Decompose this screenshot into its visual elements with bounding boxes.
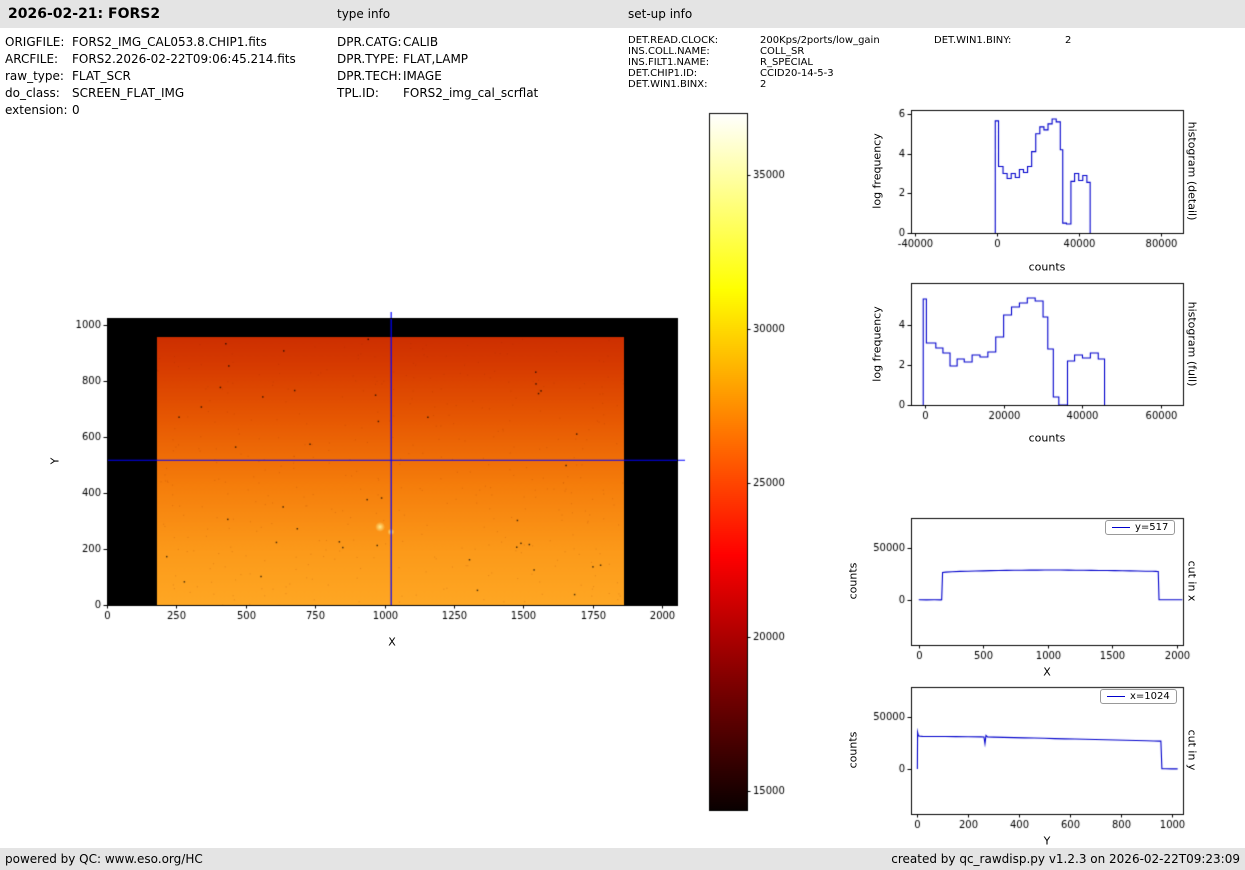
main-image-plot [107, 318, 677, 605]
info-value: 200Kps/2ports/low_gain [760, 35, 880, 46]
info-label: DET.READ.CLOCK: [628, 35, 760, 46]
hist-full-xaxis-label: counts [1029, 432, 1066, 445]
main-xaxis-label: X [388, 636, 396, 649]
hist-full-yaxis-label: log frequency [871, 306, 884, 381]
cut-x-xaxis-label: X [1043, 666, 1051, 679]
info-value: COLL_SR [760, 46, 804, 57]
info-value: 2 [760, 79, 766, 90]
info-value: 0 [72, 103, 80, 117]
info-label: DPR.CATG: [337, 35, 403, 49]
setup-row-filtname: INS.FILT1.NAME:R_SPECIAL [628, 57, 813, 68]
qc-report: 2026-02-21: FORS2 type info set-up info … [0, 0, 1245, 870]
legend-line-sample [1107, 696, 1125, 697]
legend-line-sample [1112, 527, 1130, 528]
info-label: extension: [5, 103, 72, 117]
info-label: DET.WIN1.BINX: [628, 79, 760, 90]
info-label: ORIGFILE: [5, 35, 72, 49]
info-value: FLAT,LAMP [403, 52, 468, 66]
colorbar [709, 113, 747, 810]
info-value: FORS2_img_cal_scrflat [403, 86, 538, 100]
info-value: 2 [1065, 35, 1071, 46]
cut-y-yaxis-label: counts [847, 732, 860, 769]
setup-row-collname: INS.COLL.NAME:COLL_SR [628, 46, 804, 57]
footer-left-text: powered by QC: www.eso.org/HC [5, 852, 203, 866]
info-value: CCID20-14-5-3 [760, 68, 834, 79]
footer-bar: powered by QC: www.eso.org/HC created by… [0, 848, 1245, 870]
histogram-detail-plot [911, 110, 1183, 233]
info-value: CALIB [403, 35, 438, 49]
type-row-dprcatg: DPR.CATG:CALIB [337, 35, 438, 49]
info-label: DET.WIN1.BINY: [934, 35, 1065, 46]
cut-x-legend: y=517 [1105, 520, 1175, 535]
cut-y-legend: x=1024 [1100, 689, 1177, 704]
info-value: R_SPECIAL [760, 57, 813, 68]
hist-full-side-label: histogram (full) [1186, 302, 1199, 387]
type-row-dprtype: DPR.TYPE:FLAT,LAMP [337, 52, 468, 66]
setup-row-binx: DET.WIN1.BINX:2 [628, 79, 766, 90]
info-value: IMAGE [403, 69, 442, 83]
legend-label: x=1024 [1130, 691, 1170, 702]
setup-row-chipid: DET.CHIP1.ID:CCID20-14-5-3 [628, 68, 834, 79]
info-label: DPR.TECH: [337, 69, 403, 83]
type-row-tplid: TPL.ID:FORS2_img_cal_scrflat [337, 86, 538, 100]
info-label: do_class: [5, 86, 72, 100]
cut-x-side-label: cut in x [1186, 561, 1199, 602]
info-value: FLAT_SCR [72, 69, 131, 83]
hist-detail-yaxis-label: log frequency [871, 133, 884, 208]
info-label: ARCFILE: [5, 52, 72, 66]
cut-in-x-plot [911, 518, 1183, 645]
info-label: INS.COLL.NAME: [628, 46, 760, 57]
setup-row-biny: DET.WIN1.BINY:2 [934, 35, 1071, 46]
info-label: TPL.ID: [337, 86, 403, 100]
info-row-doclass: do_class:SCREEN_FLAT_IMG [5, 86, 184, 100]
type-info-heading: type info [337, 7, 390, 21]
setup-row-readclock: DET.READ.CLOCK:200Kps/2ports/low_gain [628, 35, 880, 46]
legend-label: y=517 [1135, 522, 1168, 533]
cut-x-yaxis-label: counts [847, 563, 860, 600]
info-value: SCREEN_FLAT_IMG [72, 86, 184, 100]
setup-info-heading: set-up info [628, 7, 692, 21]
info-value: FORS2.2026-02-22T09:06:45.214.fits [72, 52, 296, 66]
info-label: INS.FILT1.NAME: [628, 57, 760, 68]
info-label: raw_type: [5, 69, 72, 83]
report-title: 2026-02-21: FORS2 [8, 6, 160, 22]
footer-right-text: created by qc_rawdisp.py v1.2.3 on 2026-… [891, 852, 1240, 866]
cut-y-xaxis-label: Y [1044, 835, 1051, 848]
cut-y-side-label: cut in y [1186, 730, 1199, 771]
hist-detail-side-label: histogram (detail) [1186, 122, 1199, 221]
main-yaxis-label: Y [49, 458, 62, 465]
histogram-full-plot [911, 283, 1183, 405]
info-label: DPR.TYPE: [337, 52, 403, 66]
info-row-arcfile: ARCFILE:FORS2.2026-02-22T09:06:45.214.fi… [5, 52, 296, 66]
info-row-extension: extension:0 [5, 103, 80, 117]
info-row-rawtype: raw_type:FLAT_SCR [5, 69, 131, 83]
type-row-dprtech: DPR.TECH:IMAGE [337, 69, 442, 83]
header-bar: 2026-02-21: FORS2 type info set-up info [0, 0, 1245, 28]
info-value: FORS2_IMG_CAL053.8.CHIP1.fits [72, 35, 267, 49]
hist-detail-xaxis-label: counts [1029, 261, 1066, 274]
info-row-origfile: ORIGFILE:FORS2_IMG_CAL053.8.CHIP1.fits [5, 35, 267, 49]
info-label: DET.CHIP1.ID: [628, 68, 760, 79]
cut-in-y-plot [911, 687, 1183, 814]
